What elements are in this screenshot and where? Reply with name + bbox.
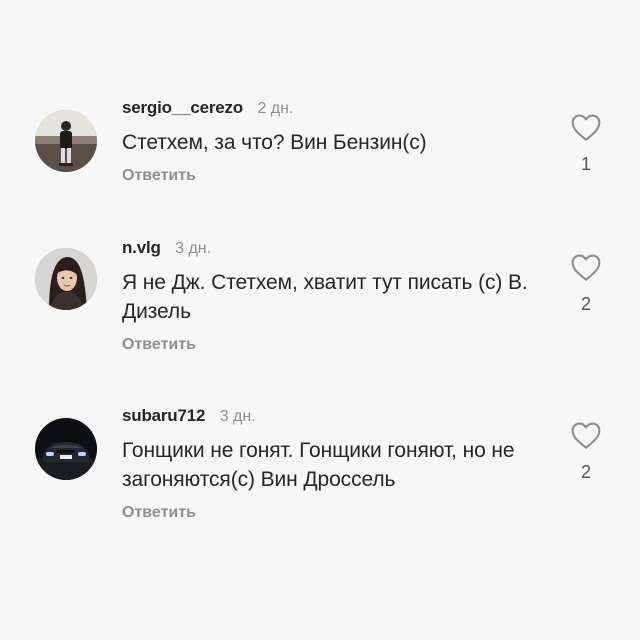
- reply-button[interactable]: Ответить: [122, 167, 196, 185]
- like-count: 1: [580, 154, 591, 174]
- comment-username[interactable]: n.vlg: [122, 238, 161, 257]
- avatar[interactable]: [35, 248, 97, 310]
- comment-item: subaru712 3 дн. Гонщики не гонят. Гонщик…: [0, 404, 640, 554]
- heart-icon[interactable]: [570, 112, 602, 142]
- heart-icon[interactable]: [570, 252, 602, 282]
- heart-icon[interactable]: [570, 420, 602, 450]
- comment-text: Я не Дж. Стетхем, хватит тут писать (с) …: [122, 271, 528, 323]
- comment-timestamp: 3 дн.: [219, 408, 256, 425]
- like-count: 2: [580, 462, 591, 482]
- comment-timestamp: 3 дн.: [175, 240, 212, 257]
- comments-list: sergio__cerezo 2 дн. Стетхем, за что? Ви…: [0, 0, 640, 640]
- comment-text: Гонщики не гонят. Гонщики гоняют, но не …: [122, 439, 515, 491]
- comment-item: n.vlg 3 дн. Я не Дж. Стетхем, хватит тут…: [0, 236, 640, 386]
- reply-button[interactable]: Ответить: [122, 504, 196, 522]
- comment-username[interactable]: subaru712: [122, 406, 205, 425]
- person-standing-avatar-icon: [35, 110, 97, 172]
- comment-item: sergio__cerezo 2 дн. Стетхем, за что? Ви…: [0, 96, 640, 246]
- comment-username[interactable]: sergio__cerezo: [122, 98, 243, 117]
- car-avatar-icon: [35, 418, 97, 480]
- avatar[interactable]: [35, 110, 97, 172]
- reply-button[interactable]: Ответить: [122, 336, 196, 354]
- avatar[interactable]: [35, 418, 97, 480]
- comment-text: Стетхем, за что? Вин Бензин(с): [122, 131, 427, 154]
- woman-portrait-avatar-icon: [35, 248, 97, 310]
- like-count: 2: [580, 294, 591, 314]
- comment-timestamp: 2 дн.: [257, 100, 294, 117]
